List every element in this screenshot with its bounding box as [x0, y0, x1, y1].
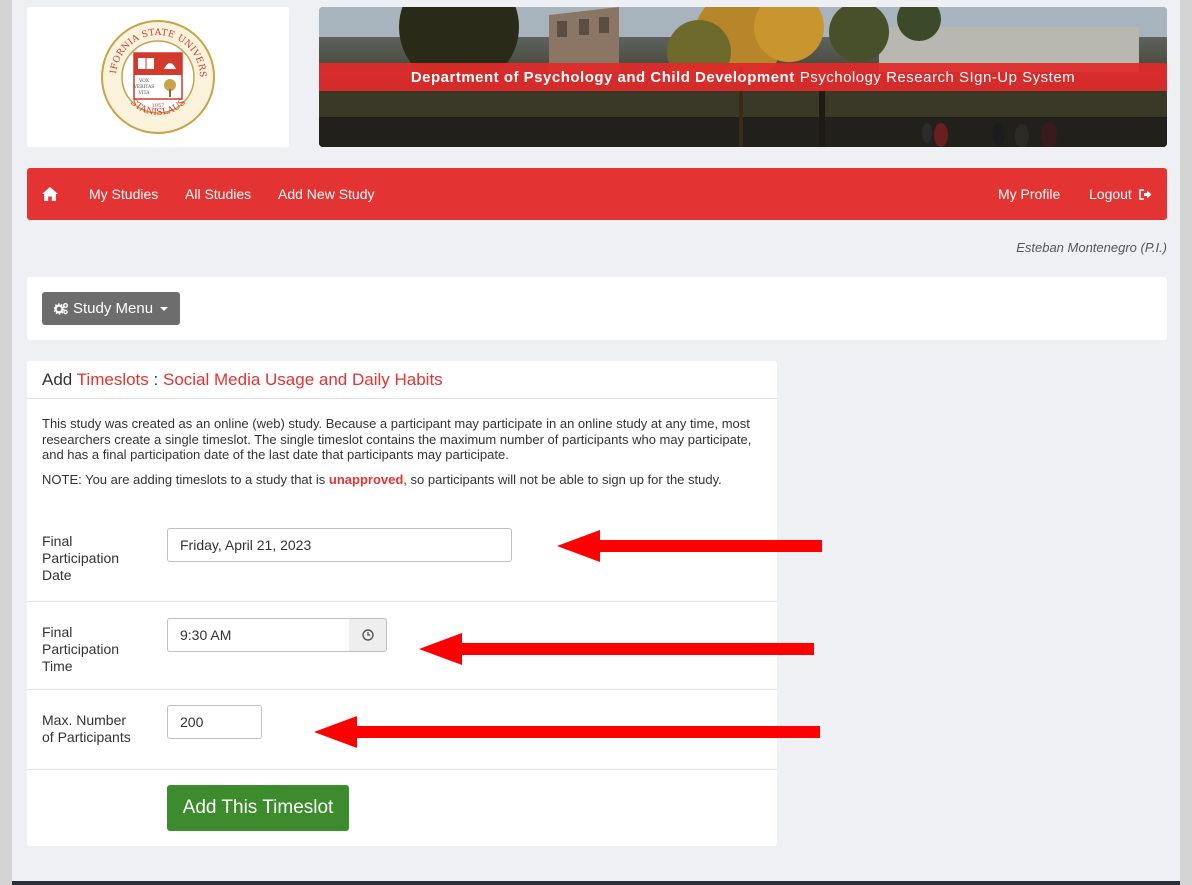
seal-motto-3: VITA: [137, 90, 150, 96]
main-navbar: My Studies All Studies Add New Study My …: [27, 168, 1167, 220]
chevron-down-icon: [160, 306, 169, 311]
nav-my-studies[interactable]: My Studies: [89, 168, 158, 220]
final-date-label: Final Participation Date: [42, 533, 119, 584]
note-text-before: NOTE: You are adding timeslots to a stud…: [42, 472, 326, 487]
online-study-intro: This study was created as an online (web…: [42, 416, 752, 462]
note-text-after: , so participants will not be able to si…: [403, 472, 722, 487]
max-participants-row: Max. Number of Participants 200: [27, 690, 777, 770]
panel-title: Add Timeslots : Social Media Usage and D…: [27, 361, 777, 399]
final-date-input[interactable]: Friday, April 21, 2023: [167, 528, 512, 562]
max-participants-label-line-2: of Participants: [42, 729, 131, 745]
add-timeslot-panel: Add Timeslots : Social Media Usage and D…: [27, 361, 777, 846]
clock-icon: [361, 629, 374, 641]
university-seal-icon: CALIFORNIA STATE UNIVERSITY STANISLAUS V…: [100, 19, 215, 134]
final-time-label: Final Participation Time: [42, 624, 119, 675]
final-date-label-line-1: Final: [42, 533, 73, 549]
nav-logout[interactable]: Logout: [1089, 168, 1152, 220]
panel-title-prefix: Add: [42, 370, 73, 389]
banner-title: Department of Psychology and Child Devel…: [319, 63, 1167, 91]
panel-title-separator: :: [153, 370, 159, 389]
nav-add-new-study[interactable]: Add New Study: [278, 168, 375, 220]
seal-motto-2: VERITAS: [133, 84, 155, 90]
final-date-label-line-3: Date: [42, 567, 72, 583]
university-logo[interactable]: CALIFORNIA STATE UNIVERSITY STANISLAUS V…: [27, 7, 289, 147]
page: CALIFORNIA STATE UNIVERSITY STANISLAUS V…: [12, 0, 1180, 885]
max-participants-label: Max. Number of Participants: [42, 712, 131, 746]
max-participants-input[interactable]: 200: [167, 705, 262, 739]
study-name-link[interactable]: Social Media Usage and Daily Habits: [163, 370, 443, 389]
sign-out-icon: [1139, 188, 1152, 200]
approval-note: NOTE: You are adding timeslots to a stud…: [42, 472, 767, 488]
time-picker-button[interactable]: [349, 618, 387, 652]
banner-title-system: Psychology Research SIgn-Up System: [799, 68, 1076, 86]
final-date-row: Final Participation Date Friday, April 2…: [27, 512, 777, 602]
final-time-label-line-1: Final: [42, 624, 73, 640]
timeslots-link[interactable]: Timeslots: [77, 370, 149, 389]
study-menu-panel: Study Menu: [27, 277, 1167, 340]
study-menu-label: Study Menu: [73, 300, 154, 317]
unapproved-status: unapproved: [328, 472, 404, 487]
header-banner: Department of Psychology and Child Devel…: [319, 7, 1167, 147]
nav-all-studies[interactable]: All Studies: [185, 168, 251, 220]
nav-logout-label: Logout: [1089, 186, 1132, 202]
final-time-input[interactable]: 9:30 AM: [167, 618, 350, 652]
gears-icon: [54, 303, 68, 315]
footer-bar: [12, 881, 1180, 885]
current-user-label: Esteban Montenegro (P.I.): [1016, 240, 1167, 255]
final-time-label-line-2: Participation: [42, 641, 120, 657]
nav-home-link[interactable]: [41, 168, 61, 220]
nav-my-profile[interactable]: My Profile: [998, 168, 1060, 220]
banner-title-department: Department of Psychology and Child Devel…: [410, 68, 795, 86]
max-participants-label-line-1: Max. Number: [42, 712, 127, 728]
seal-year: 1957: [152, 103, 165, 109]
final-time-row: Final Participation Time 9:30 AM: [27, 602, 777, 690]
final-date-label-line-2: Participation: [42, 550, 120, 566]
home-icon: [42, 187, 58, 201]
final-time-label-line-3: Time: [42, 658, 73, 674]
study-menu-button[interactable]: Study Menu: [42, 292, 181, 325]
add-timeslot-button[interactable]: Add This Timeslot: [167, 785, 349, 831]
seal-motto-1: VOX: [138, 78, 150, 84]
